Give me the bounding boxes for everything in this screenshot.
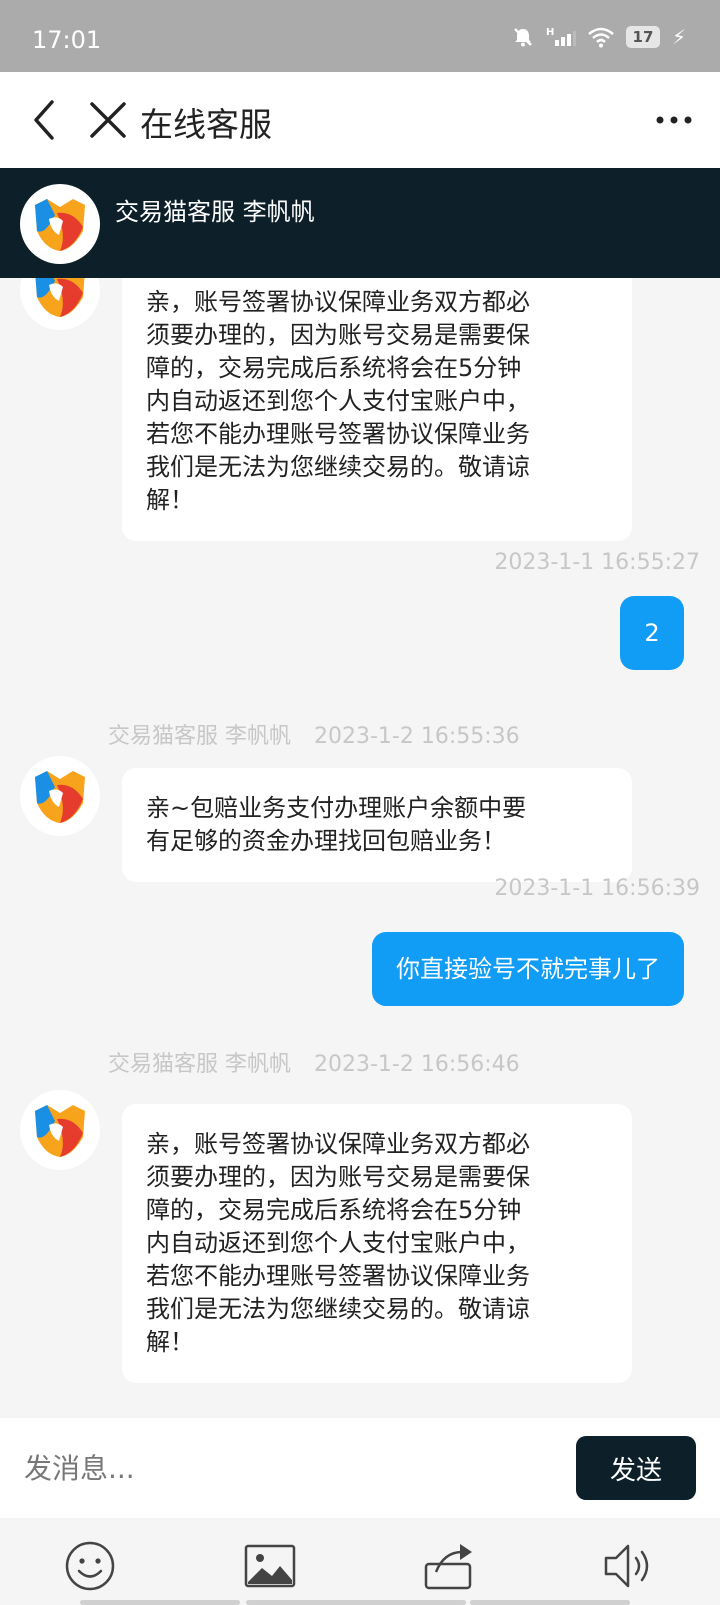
- agent-logo-icon: [35, 199, 85, 251]
- message-timestamp: 2023-1-1 16:56:39: [494, 876, 700, 901]
- close-icon[interactable]: [88, 98, 128, 142]
- message-sender: 交易猫客服 李帆帆: [108, 724, 291, 749]
- nav-bar: 在线客服: [0, 72, 720, 168]
- signal-icon: H: [546, 27, 576, 46]
- agent-avatar: [20, 278, 100, 330]
- agent-logo-icon: [35, 1105, 85, 1157]
- transfer-icon[interactable]: [422, 1538, 478, 1594]
- user-message-bubble: 你直接验号不就完事儿了: [372, 932, 684, 1006]
- status-icons: H 17 ⚡: [512, 26, 686, 48]
- message-input-bar: 发送: [0, 1418, 720, 1518]
- status-time: 17:01: [32, 26, 102, 54]
- agent-logo-icon: [35, 771, 85, 823]
- agent-message-bubble: 亲，账号签署协议保障业务双方都必 须要办理的，因为账号交易是需要保 障的，交易完…: [122, 278, 632, 541]
- agent-message-bubble: 亲~包赔业务支付办理账户余额中要 有足够的资金办理找回包赔业务！: [122, 768, 632, 882]
- message-meta: 交易猫客服 李帆帆 2023-1-2 16:55:36: [108, 718, 520, 750]
- status-bar: 17:01 H 17 ⚡: [0, 0, 720, 72]
- wifi-icon: [588, 27, 614, 48]
- image-icon[interactable]: [242, 1538, 298, 1594]
- speaker-icon[interactable]: [600, 1538, 656, 1594]
- message-input[interactable]: [24, 1438, 544, 1498]
- battery-icon: 17: [625, 26, 660, 48]
- agent-avatar: [20, 756, 100, 836]
- agent-message-bubble: 亲，账号签署协议保障业务双方都必 须要办理的，因为账号交易是需要保 障的，交易完…: [122, 1104, 632, 1383]
- toolbar-underline: [80, 1600, 240, 1605]
- more-icon[interactable]: [654, 108, 694, 132]
- toolbar-underline: [246, 1600, 466, 1605]
- message-meta: 交易猫客服 李帆帆 2023-1-2 16:56:46: [108, 1046, 520, 1078]
- send-button[interactable]: 发送: [576, 1436, 696, 1500]
- user-message-bubble: 2: [620, 596, 684, 670]
- message-timestamp: 2023-1-2 16:56:46: [314, 1052, 520, 1077]
- agent-header: 交易猫客服 李帆帆: [0, 168, 720, 278]
- back-arrow-icon[interactable]: [26, 96, 66, 144]
- message-timestamp: 2023-1-2 16:55:36: [314, 724, 520, 749]
- emoji-icon[interactable]: [62, 1538, 118, 1594]
- agent-name: 交易猫客服 李帆帆: [115, 198, 315, 226]
- agent-avatar: [20, 184, 100, 264]
- mute-icon: [514, 28, 532, 47]
- toolbar-underline: [470, 1600, 630, 1605]
- message-sender: 交易猫客服 李帆帆: [108, 1052, 291, 1077]
- svg-text:H: H: [546, 27, 554, 38]
- chat-area[interactable]: 亲，账号签署协议保障业务双方都必 须要办理的，因为账号交易是需要保 障的，交易完…: [0, 278, 720, 1418]
- agent-logo-icon: [35, 278, 85, 317]
- agent-avatar: [20, 1090, 100, 1170]
- message-timestamp: 2023-1-1 16:55:27: [494, 550, 700, 575]
- charging-icon: ⚡: [671, 25, 686, 49]
- page-title: 在线客服: [140, 105, 272, 144]
- bottom-toolbar: [0, 1518, 720, 1605]
